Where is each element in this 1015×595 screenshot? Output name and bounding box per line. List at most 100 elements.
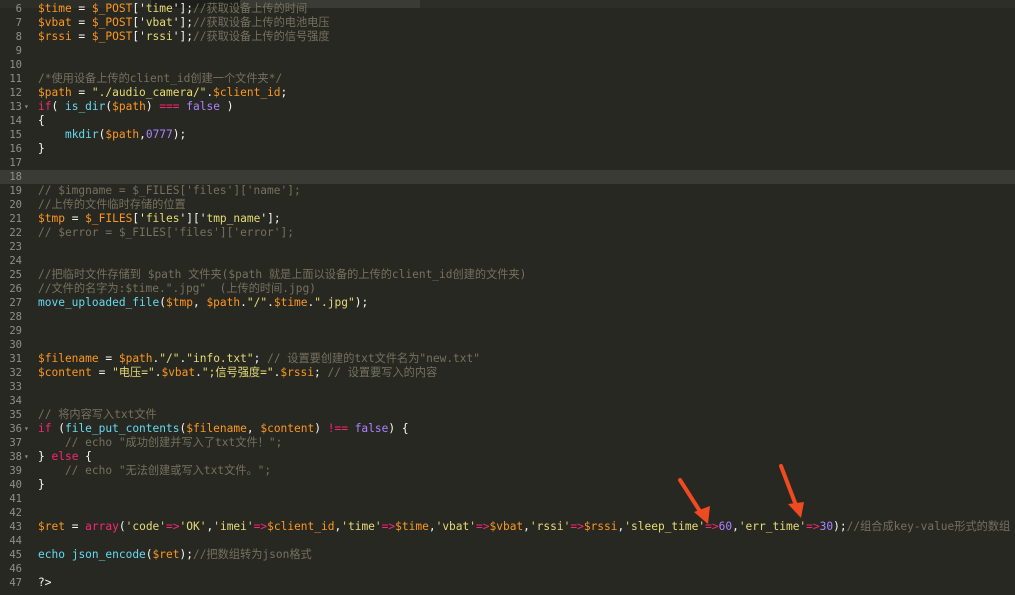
code-line[interactable]: 31 $filename = $path."/"."info.txt"; // 设… <box>0 352 1015 366</box>
code-text: } <box>38 142 45 156</box>
code-line[interactable]: 33 <box>0 380 1015 394</box>
code-text: // echo "无法创建或写入txt文件。"; <box>38 464 271 478</box>
code-line[interactable]: 30 <box>0 338 1015 352</box>
code-token: , <box>192 296 207 309</box>
code-token: ']; <box>172 30 193 43</box>
code-token: /*使用设备上传的client_id创建一个文件夹*/ <box>38 72 283 85</box>
code-line[interactable]: 20 //上传的文件临时存储的位置 <box>0 198 1015 212</box>
code-text: $vbat = $_POST['vbat'];//获取设备上传的电池电压 <box>38 16 330 30</box>
code-token: $rssi <box>280 366 315 379</box>
code-line[interactable]: 14 { <box>0 114 1015 128</box>
code-token: //获取设备上传的信号强度 <box>192 30 330 43</box>
code-line[interactable]: 42 <box>0 506 1015 520</box>
code-line[interactable]: 47 ?> <box>0 576 1015 590</box>
code-token: //获取设备上传的电池电压 <box>192 16 330 29</box>
code-line[interactable]: 38 ▾} else { <box>0 450 1015 464</box>
code-line[interactable]: 12 $path = "./audio_camera/".$client_id; <box>0 86 1015 100</box>
fold-toggle-icon[interactable]: ▾ <box>24 422 32 436</box>
code-line[interactable]: 6 $time = $_POST['time'];//获取设备上传的时间 <box>0 2 1015 16</box>
line-number: 41 <box>9 493 22 505</box>
code-line[interactable]: 36 ▾ if (file_put_contents($filename, $con… <box>0 422 1015 436</box>
code-line[interactable]: 7 $vbat = $_POST['vbat'];//获取设备上传的电池电压 <box>0 16 1015 30</box>
code-line[interactable]: 26 //文件的名字为:$time.".jpg" (上传的时间.jpg) <box>0 282 1015 296</box>
code-token: ";信号强度=" <box>201 366 274 379</box>
code-token: 0777 <box>145 128 173 141</box>
fold-toggle-icon[interactable]: ▾ <box>24 100 32 114</box>
code-token: $path <box>38 86 72 99</box>
code-line[interactable]: 39 // echo "无法创建或写入txt文件。"; <box>0 464 1015 478</box>
code-line[interactable]: 8 $rssi = $_POST['rssi'];//获取设备上传的信号强度 <box>0 30 1015 44</box>
code-token: //文件的名字为:$time.".jpg" (上传的时间.jpg) <box>38 282 316 295</box>
code-token: $vbat <box>489 520 524 533</box>
code-token: $vbat <box>161 366 196 379</box>
code-line[interactable]: 10 <box>0 58 1015 72</box>
code-token: = <box>91 366 113 379</box>
code-token: ( <box>159 296 166 309</box>
line-number: 8 <box>15 31 22 43</box>
code-line[interactable]: 15 mkdir($path,0777); <box>0 128 1015 142</box>
code-token: $tmp <box>38 212 65 225</box>
code-line[interactable]: 44 <box>0 534 1015 548</box>
code-line[interactable]: 35 // 将内容写入txt文件 <box>0 408 1015 422</box>
line-number: 28 <box>9 311 22 323</box>
fold-toggle-icon[interactable]: ▾ <box>24 450 32 464</box>
code-token: $time <box>273 296 308 309</box>
code-line[interactable]: 11 /*使用设备上传的client_id创建一个文件夹*/ <box>0 72 1015 86</box>
code-token: = <box>71 16 92 29</box>
code-token: 'OK' <box>179 520 207 533</box>
code-token: file_put_contents <box>64 422 180 435</box>
code-token: ']; <box>172 2 193 15</box>
code-token: ".jpg" <box>314 296 355 309</box>
code-line[interactable]: 13 ▾ if( is_dir($path) === false ) <box>0 100 1015 114</box>
code-line[interactable]: 9 <box>0 44 1015 58</box>
code-line[interactable]: 27 move_uploaded_file($tmp, $path."/".$ti… <box>0 296 1015 310</box>
line-number: 13 <box>9 101 22 113</box>
line-number: 15 <box>9 129 22 141</box>
code-editor-window: 6 $time = $_POST['time'];//获取设备上传的时间 7 $vba… <box>0 0 1015 595</box>
line-number: 30 <box>9 339 22 351</box>
code-line[interactable]: 22 // $error = $_FILES['files']['error']; <box>0 226 1015 240</box>
code-line[interactable]: 28 <box>0 310 1015 324</box>
code-token: mkdir <box>64 128 99 141</box>
line-number: 34 <box>9 395 22 407</box>
code-line[interactable]: 16} <box>0 142 1015 156</box>
code-token: $ret <box>152 548 180 561</box>
code-line[interactable]: 43 $ret = array('code'=>'OK','imei'=>$cli… <box>0 520 1015 534</box>
code-token: ( <box>51 422 65 435</box>
code-token: // 将内容写入txt文件 <box>38 408 157 421</box>
line-number: 18 <box>9 171 22 183</box>
code-token: is_dir <box>64 100 106 113</box>
line-number: 37 <box>9 437 22 449</box>
code-line[interactable]: 21 $tmp = $_FILES['files']['tmp_name']; <box>0 212 1015 226</box>
code-text: $content = "电压=".$vbat.";信号强度=".$rssi; /… <box>38 366 437 380</box>
code-token: ); <box>354 296 369 309</box>
code-line[interactable]: 17 <box>0 156 1015 170</box>
code-token: echo <box>38 548 65 561</box>
code-text: // $error = $_FILES['files']['error']; <box>38 226 294 240</box>
code-text: } else { <box>38 450 92 464</box>
code-area[interactable]: 6 $time = $_POST['time'];//获取设备上传的时间 7 $vba… <box>0 2 1015 590</box>
code-line[interactable]: 24 <box>0 254 1015 268</box>
code-token: // 设置要写入的内容 <box>327 366 438 379</box>
code-line[interactable]: 18 <box>0 170 1015 184</box>
code-line[interactable]: 37 // echo "成功创建并写入了txt文件！"; <box>0 436 1015 450</box>
code-token: ) <box>145 100 160 113</box>
line-number: 42 <box>9 507 22 519</box>
code-line[interactable]: 23 <box>0 240 1015 254</box>
code-line[interactable]: 40} <box>0 478 1015 492</box>
line-number: 27 <box>9 297 22 309</box>
code-line[interactable]: 46 <box>0 562 1015 576</box>
code-token: rssi <box>145 30 173 43</box>
code-token: } <box>38 478 45 491</box>
code-line[interactable]: 34 <box>0 394 1015 408</box>
code-line[interactable]: 25 //把临时文件存储到 $path 文件夹($path 就是上面以设备的上传的… <box>0 268 1015 282</box>
code-token: //上传的文件临时存储的位置 <box>38 198 186 211</box>
code-line[interactable]: 41 <box>0 492 1015 506</box>
code-text: // echo "成功创建并写入了txt文件！"; <box>38 436 282 450</box>
code-line[interactable]: 29 <box>0 324 1015 338</box>
code-line[interactable]: 32 $content = "电压=".$vbat.";信号强度=".$rssi;… <box>0 366 1015 380</box>
code-line[interactable]: 19 // $imgname = $_FILES['files']['name']… <box>0 184 1015 198</box>
code-line[interactable]: 45 echo json_encode($ret);//把数组转为json格式 <box>0 548 1015 562</box>
line-number: 10 <box>9 59 22 71</box>
code-token: = <box>64 212 86 225</box>
